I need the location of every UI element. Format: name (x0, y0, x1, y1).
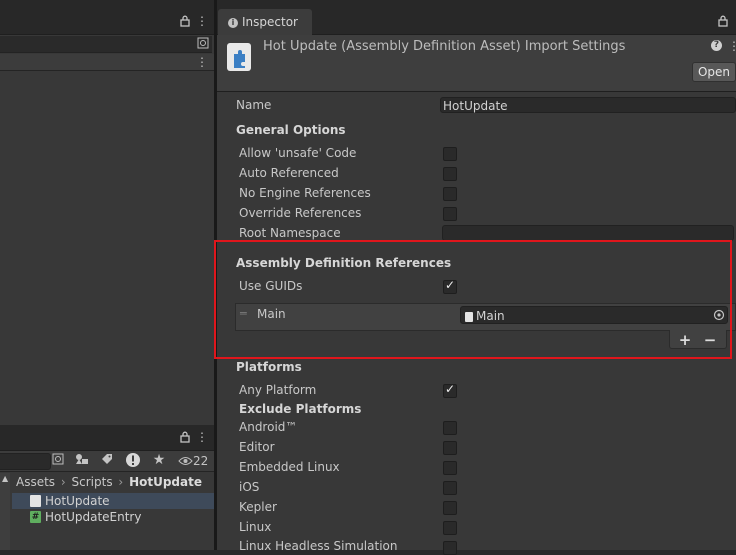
asset-title: Hot Update (Assembly Definition Asset) I… (263, 39, 626, 54)
project-search-input[interactable] (0, 453, 51, 470)
kebab-menu-icon[interactable]: ⋮ (196, 13, 208, 29)
search-by-type-icon[interactable] (51, 453, 65, 469)
scene-menu-icon[interactable]: ⋮ (196, 54, 208, 70)
tab-inspector[interactable]: i Inspector (218, 9, 312, 35)
project-kebab-icon[interactable]: ⋮ (196, 429, 208, 445)
no-engine-references-checkbox[interactable] (443, 187, 457, 201)
list-item[interactable]: HotUpdate (12, 493, 214, 509)
breadcrumb-assets[interactable]: Assets (16, 475, 55, 489)
breadcrumb-path: Assets › Scripts › HotUpdate (16, 474, 202, 490)
info-icon: i (228, 17, 238, 28)
name-field[interactable]: HotUpdate (440, 97, 736, 113)
breadcrumb-separator-icon: › (118, 475, 124, 489)
platform-ios-checkbox[interactable] (443, 481, 457, 495)
no-engine-references-label: No Engine References (239, 186, 371, 200)
platforms-heading: Platforms (236, 360, 302, 374)
tab-inspector-label: Inspector (242, 15, 298, 29)
favorite-star-icon[interactable]: ★ (151, 452, 167, 468)
list-item[interactable]: # HotUpdateEntry (12, 509, 214, 525)
file-name: HotUpdateEntry (45, 510, 142, 524)
name-label: Name (236, 98, 272, 112)
platform-linux-headless-label: Linux Headless Simulation (239, 539, 398, 553)
override-references-label: Override References (239, 206, 362, 220)
platform-kepler-label: Kepler (239, 500, 277, 514)
platform-embedded-linux-checkbox[interactable] (443, 461, 457, 475)
lock-icon[interactable] (178, 15, 192, 31)
platform-android-checkbox[interactable] (443, 421, 457, 435)
asmdef-asset-icon (227, 43, 251, 71)
platform-kepler-checkbox[interactable] (443, 501, 457, 515)
csharp-script-icon: # (30, 511, 41, 523)
any-platform-checkbox[interactable] (443, 382, 457, 398)
platform-linux-label: Linux (239, 520, 272, 534)
auto-referenced-label: Auto Referenced (239, 166, 339, 180)
hierarchy-search-input[interactable] (0, 36, 212, 53)
highlight-box (214, 240, 732, 359)
override-references-checkbox[interactable] (443, 207, 457, 221)
settings-menu-icon[interactable]: ⋮ (728, 38, 736, 54)
platform-linux-headless-checkbox[interactable] (443, 541, 457, 555)
platform-ios-label: iOS (239, 480, 260, 494)
filter-by-label-icon[interactable] (99, 453, 115, 469)
root-namespace-label: Root Namespace (239, 226, 341, 240)
root-namespace-field[interactable] (442, 225, 734, 241)
platform-editor-checkbox[interactable] (443, 441, 457, 455)
breadcrumb-hotupdate[interactable]: HotUpdate (129, 475, 202, 489)
hierarchy-scene-row[interactable] (0, 54, 214, 71)
inspector-lock-icon[interactable] (717, 15, 729, 31)
asmdef-icon (30, 495, 41, 507)
visibility-count[interactable]: 22 (178, 452, 214, 470)
platform-android-label: Android™ (239, 420, 298, 434)
allow-unsafe-label: Allow 'unsafe' Code (239, 146, 357, 160)
general-options-heading: General Options (236, 123, 346, 137)
warning-filter-icon[interactable] (124, 452, 141, 469)
search-toggle-icon[interactable] (196, 37, 210, 51)
open-button[interactable]: Open (692, 62, 736, 82)
platform-embedded-linux-label: Embedded Linux (239, 460, 340, 474)
eye-icon (178, 453, 193, 471)
allow-unsafe-checkbox[interactable] (443, 147, 457, 161)
platform-linux-checkbox[interactable] (443, 521, 457, 535)
auto-referenced-checkbox[interactable] (443, 167, 457, 181)
breadcrumb-scripts[interactable]: Scripts (72, 475, 113, 489)
any-platform-label: Any Platform (239, 383, 317, 397)
breadcrumb-separator-icon: › (60, 475, 66, 489)
scroll-up-arrow-icon[interactable]: ▲ (2, 474, 8, 483)
file-name: HotUpdate (45, 494, 110, 508)
folder-tree-scrollbar[interactable] (0, 473, 10, 550)
platform-editor-label: Editor (239, 440, 275, 454)
visibility-count-label: 22 (193, 454, 209, 468)
project-lock-icon[interactable] (178, 431, 192, 447)
filter-by-type-icon[interactable] (74, 453, 90, 469)
exclude-platforms-heading: Exclude Platforms (239, 402, 362, 416)
help-icon[interactable]: ? (711, 40, 722, 51)
